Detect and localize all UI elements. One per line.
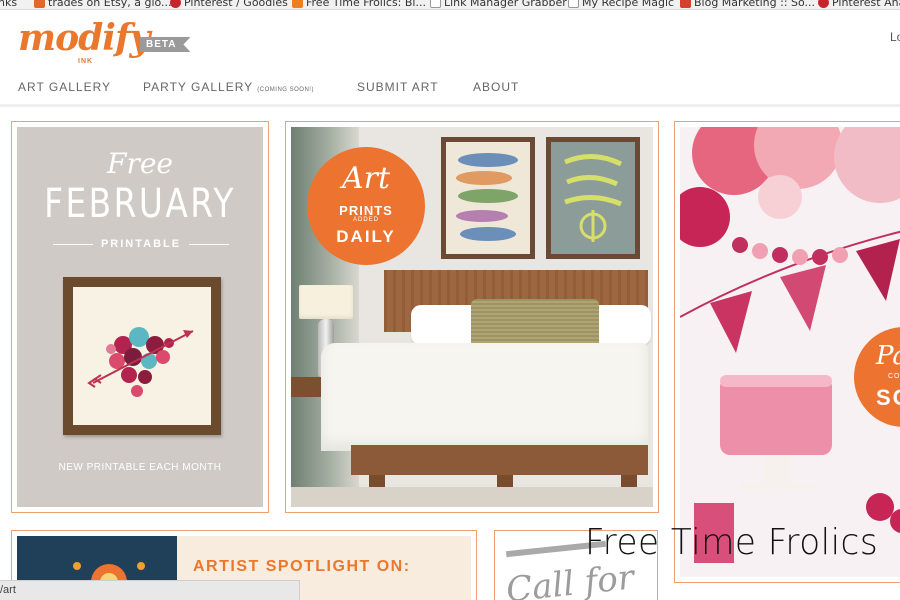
printable-label: PRINTABLE <box>100 238 182 250</box>
logo-wordmark: modify <box>18 17 150 59</box>
bookmark-item[interactable]: nks <box>0 0 17 9</box>
divider-line <box>189 243 230 245</box>
keep-steady-print-frame <box>546 137 640 259</box>
nav-party-gallery[interactable]: PARTY GALLERY (COMING SOON!) <box>143 80 314 94</box>
nav-art-gallery[interactable]: ART GALLERY <box>18 80 111 94</box>
login-link[interactable]: Lo <box>890 30 900 44</box>
site-logo[interactable]: modify INK BETA <box>18 17 191 70</box>
floral-heart-illustration <box>87 327 194 397</box>
lamp-shade <box>299 285 353 319</box>
divider-line <box>53 243 93 245</box>
watermark-text: Free Time Frolics <box>585 522 879 563</box>
browser-page: nks trades on Etsy, a glo... Pinterest /… <box>0 0 900 600</box>
party-tile[interactable]: Pa CO SO <box>674 121 900 583</box>
page-icon <box>430 0 441 8</box>
art-prints-badge: Art PRINTS ADDED DAILY <box>307 147 425 265</box>
pinterest-icon <box>170 0 181 8</box>
blog-marketing-icon <box>680 0 691 8</box>
page-icon <box>568 0 579 8</box>
etsy-icon <box>34 0 45 8</box>
bookmark-item[interactable]: Pinterest Anal <box>818 0 900 9</box>
coming-soon-note: (COMING SOON!) <box>257 87 314 93</box>
bookmark-item[interactable]: Link Manager Grabber <box>430 0 567 9</box>
bed-frame <box>351 445 648 475</box>
floral-heart-art <box>73 287 211 425</box>
bedroom-scene: Art PRINTS ADDED DAILY <box>291 127 653 507</box>
printable-label-row: PRINTABLE <box>53 238 230 250</box>
floor <box>291 487 653 507</box>
art-prints-tile[interactable]: Art PRINTS ADDED DAILY <box>285 121 659 513</box>
nav-submit-art[interactable]: SUBMIT ART <box>357 80 439 94</box>
nav-party-gallery-label: PARTY GALLERY <box>143 80 253 94</box>
white-duvet <box>321 343 648 451</box>
free-heading: Free <box>107 147 173 180</box>
bookmark-item[interactable]: Free Time Frolics: Bl... <box>292 0 426 9</box>
bookmark-item[interactable]: Blog Marketing :: So... <box>680 0 815 9</box>
keep-steady-art <box>564 154 623 242</box>
feather-print-frame <box>441 137 535 259</box>
february-printable-tile[interactable]: Free FEBRUARY PRINTABLE NEW PRINTABLE EA… <box>11 121 269 513</box>
status-bar: /art <box>0 580 300 600</box>
main-nav: ART GALLERY PARTY GALLERY (COMING SOON!)… <box>0 80 900 96</box>
bookmarks-bar: nks trades on Etsy, a glo... Pinterest /… <box>0 0 900 10</box>
feather-art <box>456 153 518 241</box>
pinterest-icon <box>818 0 829 8</box>
month-heading: FEBRUARY <box>44 181 236 227</box>
logo-subtitle: INK <box>78 58 94 65</box>
bookmark-item[interactable]: My Recipe Magic <box>568 0 674 9</box>
beta-badge: BETA <box>140 37 191 52</box>
printable-footer: NEW PRINTABLE EACH MONTH <box>58 462 222 473</box>
nav-about[interactable]: ABOUT <box>473 80 519 94</box>
party-scene: Pa CO SO <box>680 127 900 577</box>
header-divider <box>0 104 900 107</box>
call-for-heading: Call for <box>504 557 636 600</box>
bookmark-item[interactable]: trades on Etsy, a glo... <box>34 0 172 9</box>
spotlight-heading: ARTIST SPOTLIGHT ON: <box>193 558 411 575</box>
framed-print <box>63 277 221 435</box>
february-printable-banner: Free FEBRUARY PRINTABLE NEW PRINTABLE EA… <box>17 127 263 507</box>
blogger-icon <box>292 0 303 8</box>
bookmark-item[interactable]: Pinterest / Goodies <box>170 0 288 9</box>
